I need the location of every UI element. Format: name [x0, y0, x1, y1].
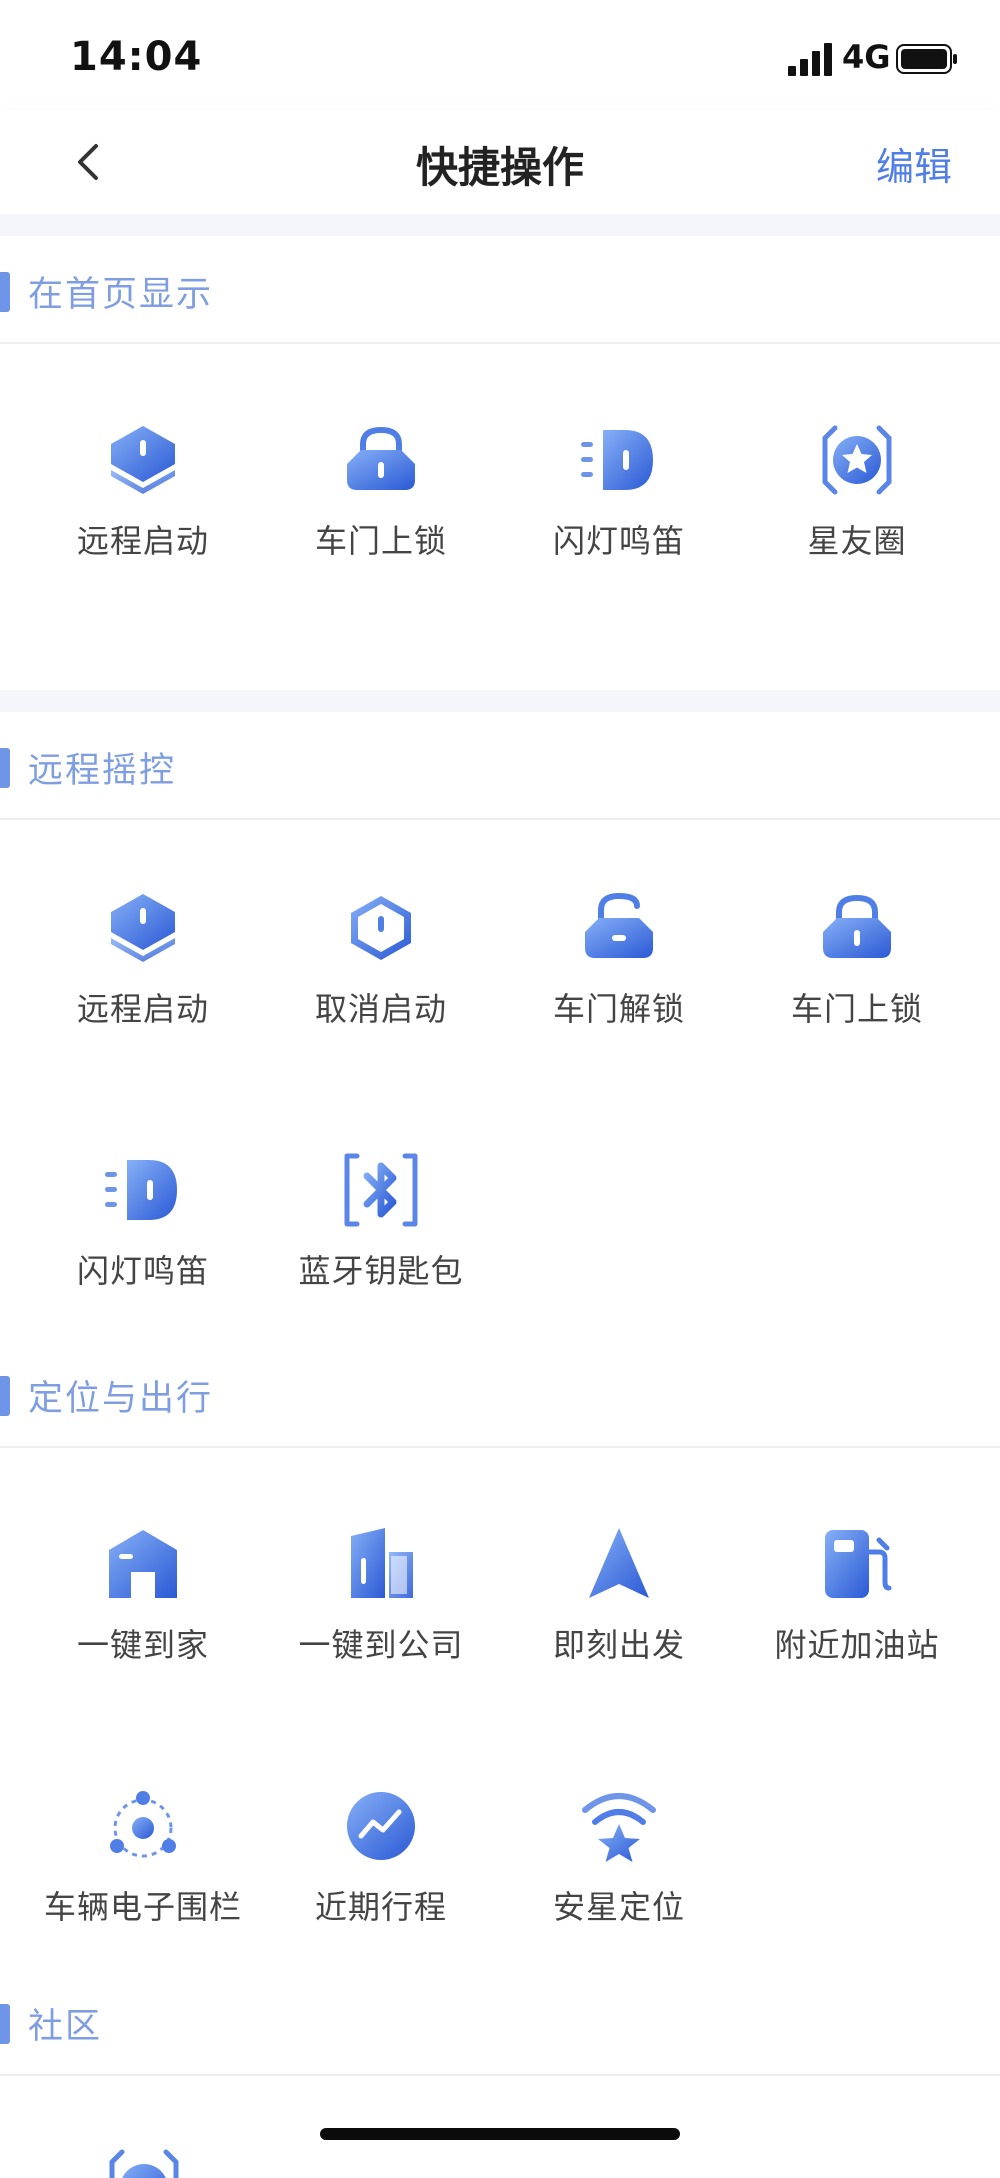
section-spacer	[0, 690, 1000, 712]
section-accent-bar	[0, 2004, 10, 2044]
cancel-start-icon	[351, 896, 411, 960]
section-title: 社区	[28, 2007, 103, 2047]
section-title: 在首页显示	[28, 275, 214, 315]
trip-icon	[347, 1792, 415, 1860]
shortcut-label: 远程启动	[76, 522, 209, 560]
edit-button[interactable]: 编辑	[876, 136, 952, 191]
status-time: 14:04	[70, 34, 203, 80]
shortcut-label: 远程启动	[76, 990, 209, 1028]
shortcut-label: 蓝牙钥匙包	[298, 1252, 464, 1290]
shortcut-label: 车门上锁	[790, 990, 923, 1028]
office-icon	[351, 1528, 413, 1598]
shortcut-label: 车辆电子围栏	[43, 1888, 242, 1926]
shortcut-label: 星友圈	[807, 522, 907, 560]
shortcut-label: 安星定位	[552, 1888, 685, 1926]
geofence-icon	[110, 1791, 176, 1858]
section-header-home-display: 在首页显示	[0, 236, 1000, 344]
star-signal-icon	[582, 1793, 656, 1862]
headlight-icon	[581, 430, 653, 490]
status-bar: 14:04 4G	[0, 0, 1000, 110]
remote-start-icon	[111, 894, 175, 962]
shortcut-label: 车门解锁	[552, 990, 685, 1028]
section-accent-bar	[0, 272, 10, 312]
lock-icon	[347, 426, 415, 490]
section-spacer	[0, 214, 1000, 236]
home-indicator[interactable]	[320, 2128, 680, 2140]
network-type: 4G	[842, 38, 891, 76]
shortcut-label: 近期行程	[314, 1888, 447, 1926]
remote-start-icon	[111, 426, 175, 494]
lock-icon	[823, 894, 891, 958]
nav-bar: 快捷操作 编辑	[0, 110, 1000, 214]
section-accent-bar	[0, 1376, 10, 1416]
shortcut-label: 闪灯鸣笛	[76, 1252, 209, 1290]
shortcut-label: 闪灯鸣笛	[552, 522, 685, 560]
battery-icon	[896, 44, 957, 74]
bluetooth-icon	[344, 1153, 418, 1227]
page-title: 快捷操作	[415, 143, 584, 192]
navigate-icon	[589, 1528, 649, 1598]
shortcut-label: 一键到家	[76, 1626, 209, 1664]
star-circle-icon	[822, 425, 892, 495]
unlock-icon	[585, 892, 653, 958]
fuel-station-icon	[825, 1530, 892, 1598]
section-title: 定位与出行	[28, 1379, 214, 1419]
shortcut-label: 附近加油站	[774, 1626, 940, 1664]
headlight-icon	[105, 1160, 177, 1220]
shortcut-label: 取消启动	[314, 990, 447, 1028]
shortcut-label: 一键到公司	[298, 1626, 464, 1664]
star-circle-icon[interactable]	[104, 2148, 184, 2178]
home-icon	[109, 1530, 177, 1598]
section-header-location-travel: 定位与出行	[0, 1340, 1000, 1448]
section-header-remote-control: 远程摇控	[0, 712, 1000, 820]
signal-icon	[788, 43, 832, 76]
section-title: 远程摇控	[28, 751, 177, 791]
shortcut-label: 车门上锁	[314, 522, 447, 560]
shortcut-label: 即刻出发	[552, 1626, 685, 1664]
section-header-community: 社区	[0, 1968, 1000, 2076]
section-accent-bar	[0, 748, 10, 788]
